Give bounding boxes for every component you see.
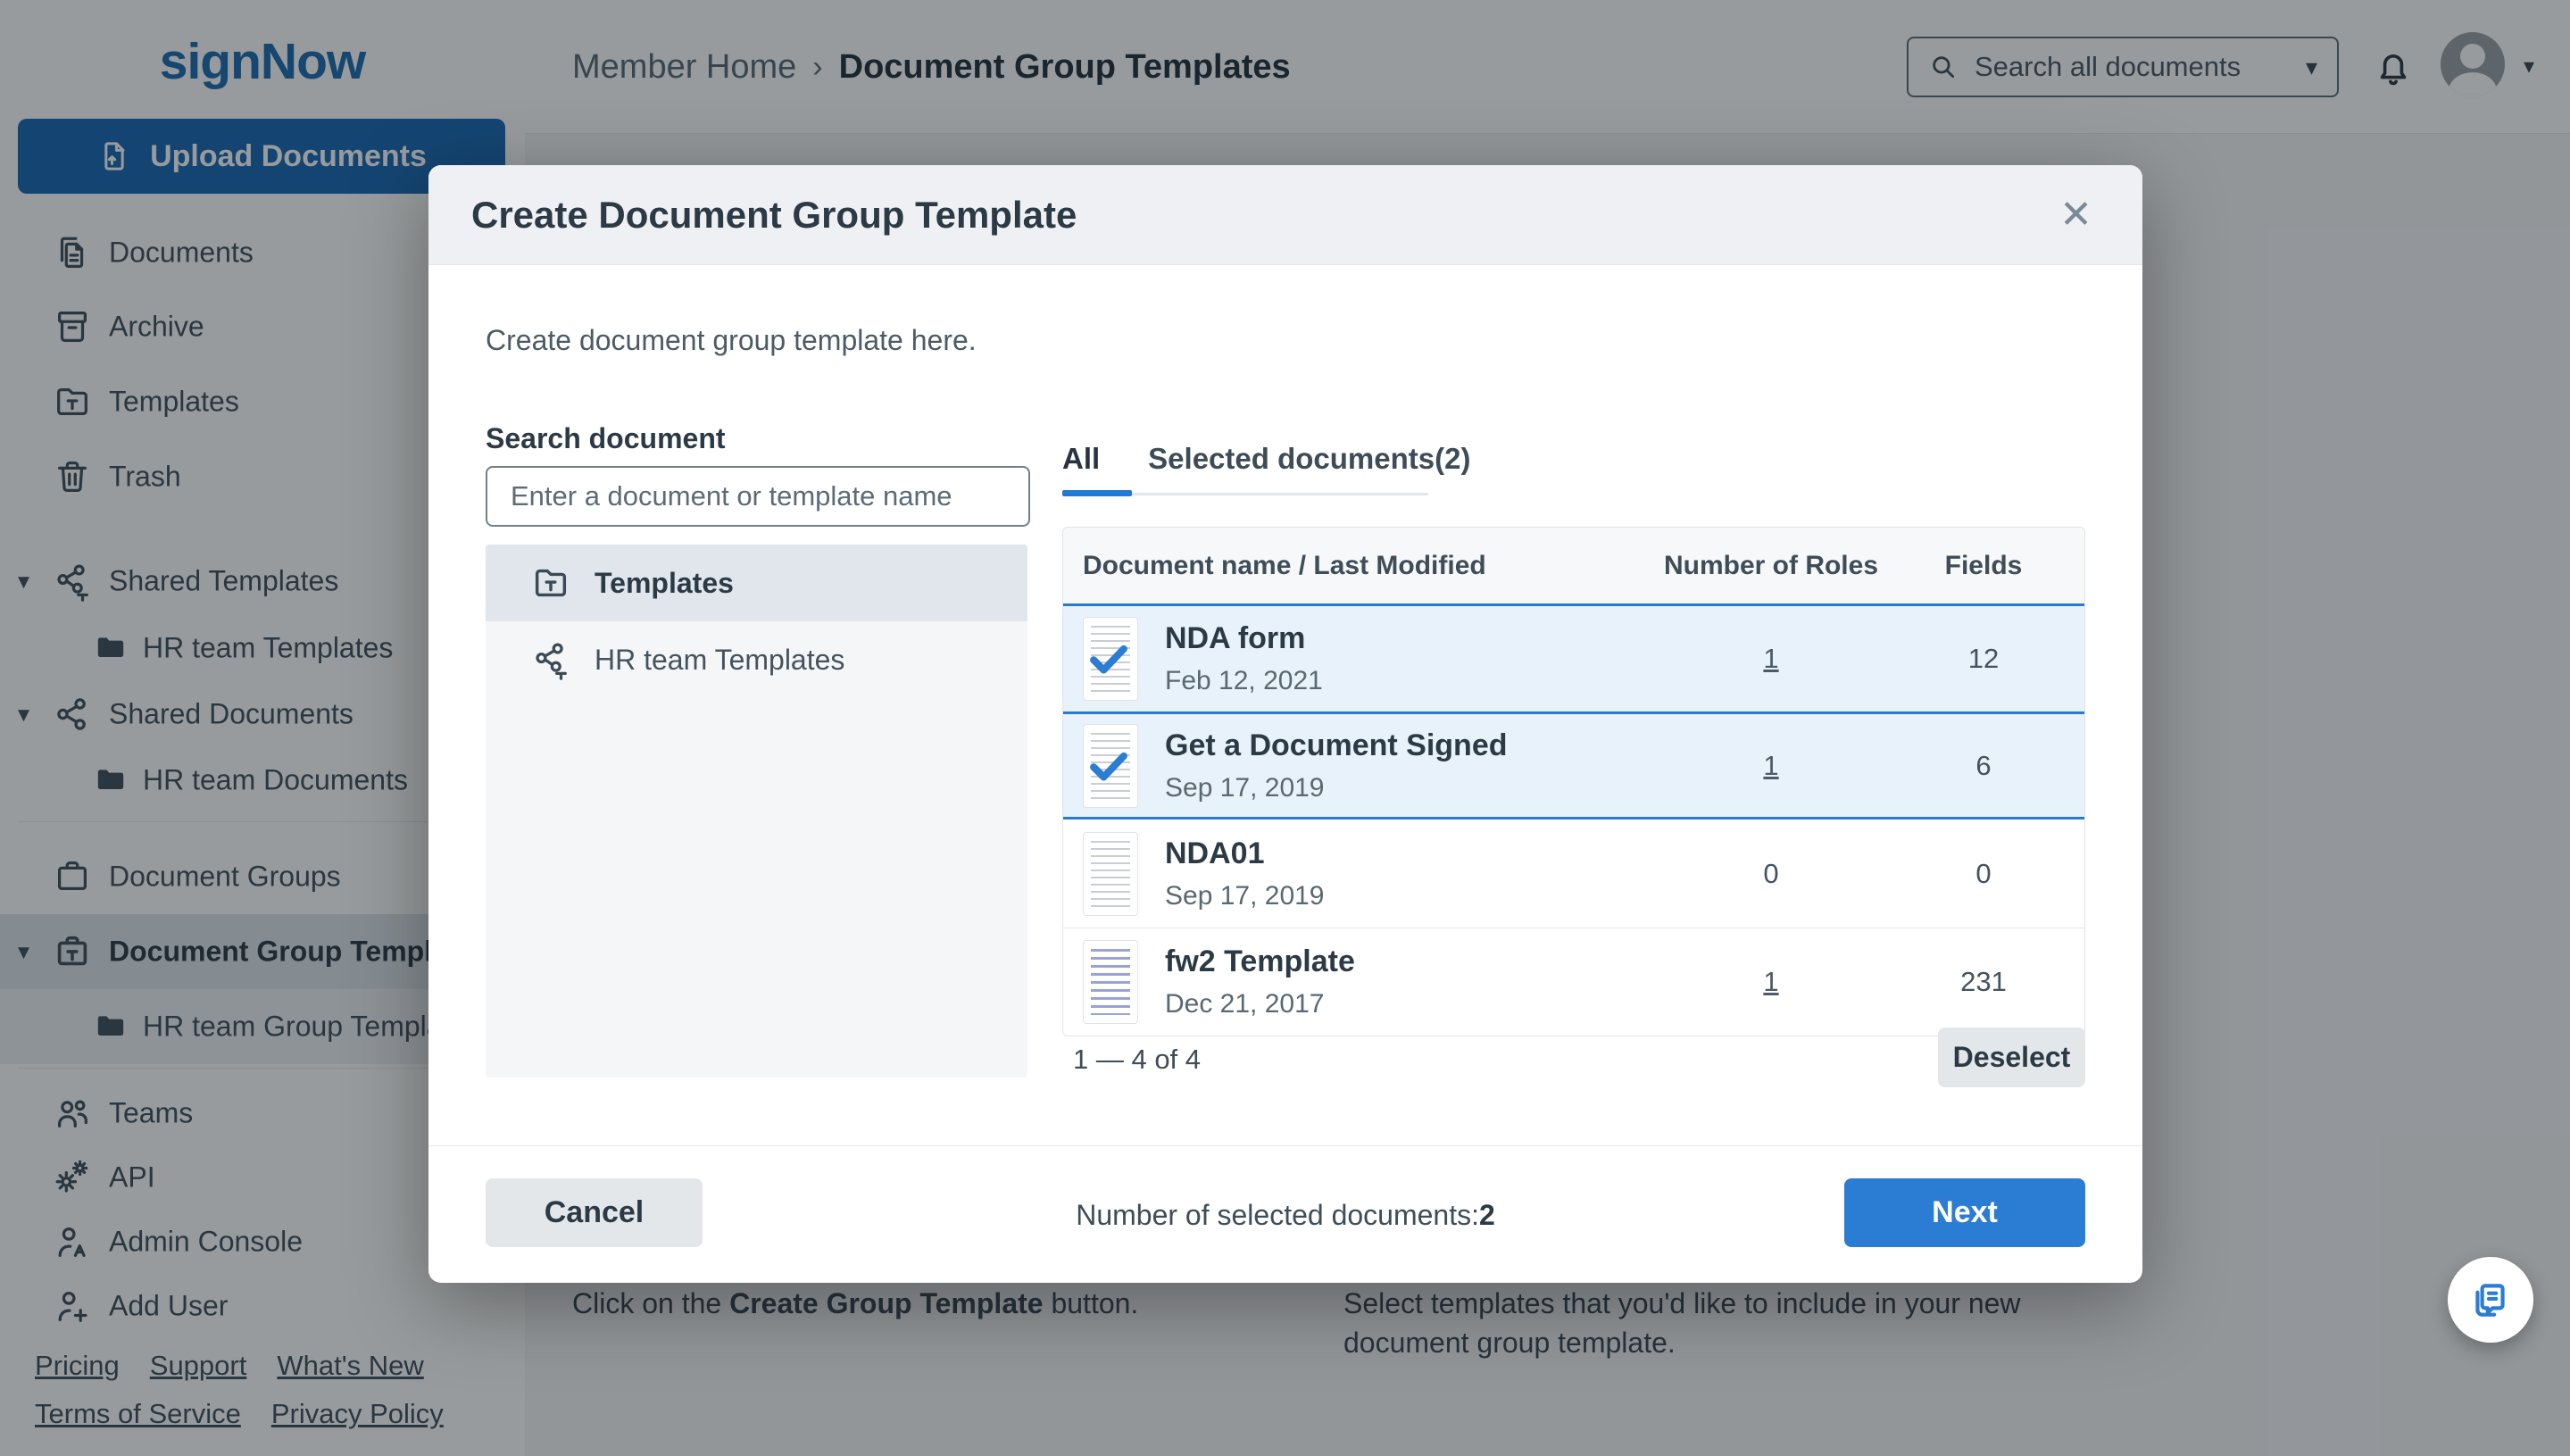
document-name: NDA01 bbox=[1165, 836, 1325, 871]
folder-item-label: HR team Templates bbox=[595, 644, 844, 677]
table-row[interactable]: fw2 Template Dec 21, 2017 1 231 bbox=[1063, 928, 2084, 1036]
modal-title: Create Document Group Template bbox=[471, 194, 2059, 237]
active-tab-indicator bbox=[1062, 490, 1132, 496]
next-button[interactable]: Next bbox=[1844, 1178, 2085, 1247]
document-name-cell: NDA01 Sep 17, 2019 bbox=[1063, 832, 1659, 916]
tab-all[interactable]: All bbox=[1062, 442, 1100, 476]
document-name: Get a Document Signed bbox=[1165, 728, 1508, 763]
fields-count: 12 bbox=[1883, 643, 2084, 675]
document-thumbnail bbox=[1083, 832, 1138, 916]
document-search-input[interactable] bbox=[486, 466, 1030, 527]
column-number-of-roles: Number of Roles bbox=[1659, 551, 1883, 581]
folder-panel: Templates HR team Templates bbox=[486, 545, 1027, 1077]
document-date: Dec 21, 2017 bbox=[1165, 989, 1324, 1019]
selected-check-icon bbox=[1085, 634, 1133, 682]
table-header-row: Document name / Last Modified Number of … bbox=[1063, 528, 2084, 603]
modal-header: Create Document Group Template ✕ bbox=[428, 165, 2142, 265]
tab-selected-documents[interactable]: Selected documents(2) bbox=[1148, 442, 1470, 476]
document-name: fw2 Template bbox=[1165, 944, 1355, 979]
chat-icon bbox=[2468, 1277, 2513, 1322]
table-row[interactable]: Get a Document Signed Sep 17, 2019 1 6 bbox=[1063, 711, 2084, 820]
document-name-cell: NDA form Feb 12, 2021 bbox=[1063, 617, 1659, 701]
table-row[interactable]: NDA form Feb 12, 2021 1 12 bbox=[1063, 603, 2084, 711]
documents-table: Document name / Last Modified Number of … bbox=[1062, 527, 2085, 1036]
folder-item-label: Templates bbox=[595, 567, 734, 600]
document-thumbnail bbox=[1083, 940, 1138, 1024]
document-thumbnail bbox=[1083, 617, 1138, 701]
folder-item-templates[interactable]: Templates bbox=[486, 545, 1027, 621]
roles-count: 0 bbox=[1659, 858, 1883, 890]
document-name-cell: fw2 Template Dec 21, 2017 bbox=[1063, 940, 1659, 1024]
fields-count: 6 bbox=[1883, 750, 2084, 782]
document-thumbnail bbox=[1083, 724, 1138, 808]
folder-item-hr-team-templates[interactable]: HR team Templates bbox=[486, 621, 1027, 698]
column-document-name: Document name / Last Modified bbox=[1063, 551, 1659, 581]
cancel-button[interactable]: Cancel bbox=[486, 1178, 703, 1247]
modal-footer: Number of selected documents: 2 Cancel N… bbox=[428, 1145, 2142, 1283]
template-folder-icon bbox=[530, 562, 571, 603]
roles-count-link[interactable]: 1 bbox=[1763, 750, 1778, 781]
selected-check-icon bbox=[1085, 741, 1133, 789]
document-tabs: All Selected documents(2) bbox=[1062, 442, 1470, 476]
document-date: Sep 17, 2019 bbox=[1165, 773, 1325, 803]
fields-count: 231 bbox=[1883, 966, 2084, 998]
pagination-status: 1 — 4 of 4 bbox=[1073, 1044, 1201, 1076]
selected-count: 2 bbox=[1479, 1199, 1495, 1232]
help-chat-launcher[interactable] bbox=[2448, 1257, 2533, 1343]
document-date: Sep 17, 2019 bbox=[1165, 881, 1325, 911]
roles-count-link[interactable]: 1 bbox=[1763, 643, 1778, 674]
modal-intro-text: Create document group template here. bbox=[486, 324, 977, 357]
document-date: Feb 12, 2021 bbox=[1165, 666, 1323, 695]
roles-count-link[interactable]: 1 bbox=[1763, 966, 1778, 997]
document-name: NDA form bbox=[1165, 621, 1323, 656]
create-document-group-template-modal: Create Document Group Template ✕ Create … bbox=[428, 165, 2142, 1283]
fields-count: 0 bbox=[1883, 858, 2084, 890]
search-document-label: Search document bbox=[486, 422, 726, 455]
table-row[interactable]: NDA01 Sep 17, 2019 0 0 bbox=[1063, 820, 2084, 928]
close-icon[interactable]: ✕ bbox=[2059, 196, 2092, 235]
shared-template-icon bbox=[530, 639, 571, 680]
deselect-button[interactable]: Deselect bbox=[1938, 1028, 2085, 1087]
column-fields: Fields bbox=[1883, 551, 2084, 581]
document-name-cell: Get a Document Signed Sep 17, 2019 bbox=[1063, 724, 1659, 808]
